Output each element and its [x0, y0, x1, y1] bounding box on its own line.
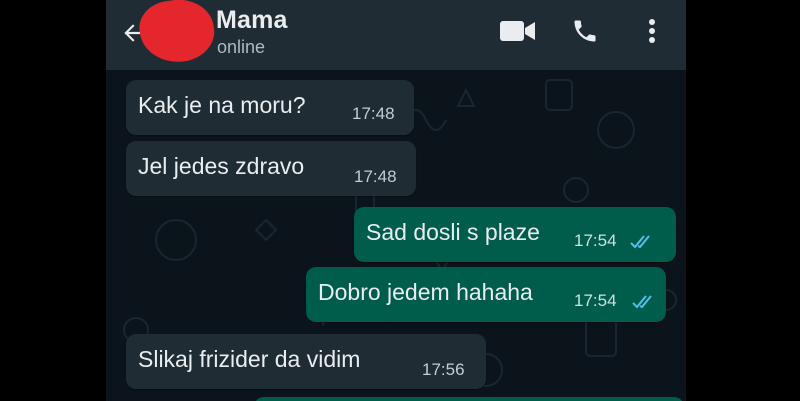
- message-text: Kak je na moru?: [138, 92, 306, 118]
- message-bubble-incoming[interactable]: Jel jedes zdravo 17:48: [126, 141, 416, 196]
- more-vert-icon: [649, 19, 655, 43]
- chat-header: Mama online: [106, 0, 686, 70]
- video-call-icon: [500, 21, 535, 41]
- message-bubble-incoming[interactable]: Kak je na moru? 17:48: [126, 80, 414, 135]
- message-text: Jel jedes zdravo: [138, 153, 305, 179]
- message-time: 17:54: [574, 231, 617, 250]
- more-options-button[interactable]: [640, 16, 664, 46]
- message-text: Dobro jedem hahaha: [318, 279, 533, 305]
- phone-screen: Mama online Kak je na moru? 17:48 Jel je…: [106, 0, 686, 401]
- message-bubble-outgoing-partial[interactable]: [254, 397, 684, 401]
- message-text: Sad dosli s plaze: [366, 219, 540, 245]
- message-time: 17:54: [574, 291, 617, 310]
- message-time: 17:48: [352, 104, 395, 123]
- double-check-read-icon: [630, 235, 650, 249]
- message-time: 17:56: [422, 360, 465, 379]
- message-time: 17:48: [354, 167, 397, 186]
- message-bubble-outgoing[interactable]: Dobro jedem hahaha 17:54: [306, 267, 666, 322]
- message-list[interactable]: Kak je na moru? 17:48 Jel jedes zdravo 1…: [106, 70, 686, 401]
- contact-name[interactable]: Mama: [216, 6, 288, 35]
- message-text: Slikaj frizider da vidim: [138, 346, 361, 372]
- phone-icon: [574, 20, 596, 42]
- message-bubble-incoming[interactable]: Slikaj frizider da vidim 17:56: [126, 334, 486, 389]
- video-call-button[interactable]: [498, 16, 538, 46]
- message-bubble-outgoing[interactable]: Sad dosli s plaze 17:54: [354, 207, 676, 262]
- double-check-read-icon: [632, 295, 652, 309]
- contact-status: online: [217, 37, 266, 57]
- avatar-redacted[interactable]: [136, 0, 218, 67]
- voice-call-button[interactable]: [568, 16, 602, 46]
